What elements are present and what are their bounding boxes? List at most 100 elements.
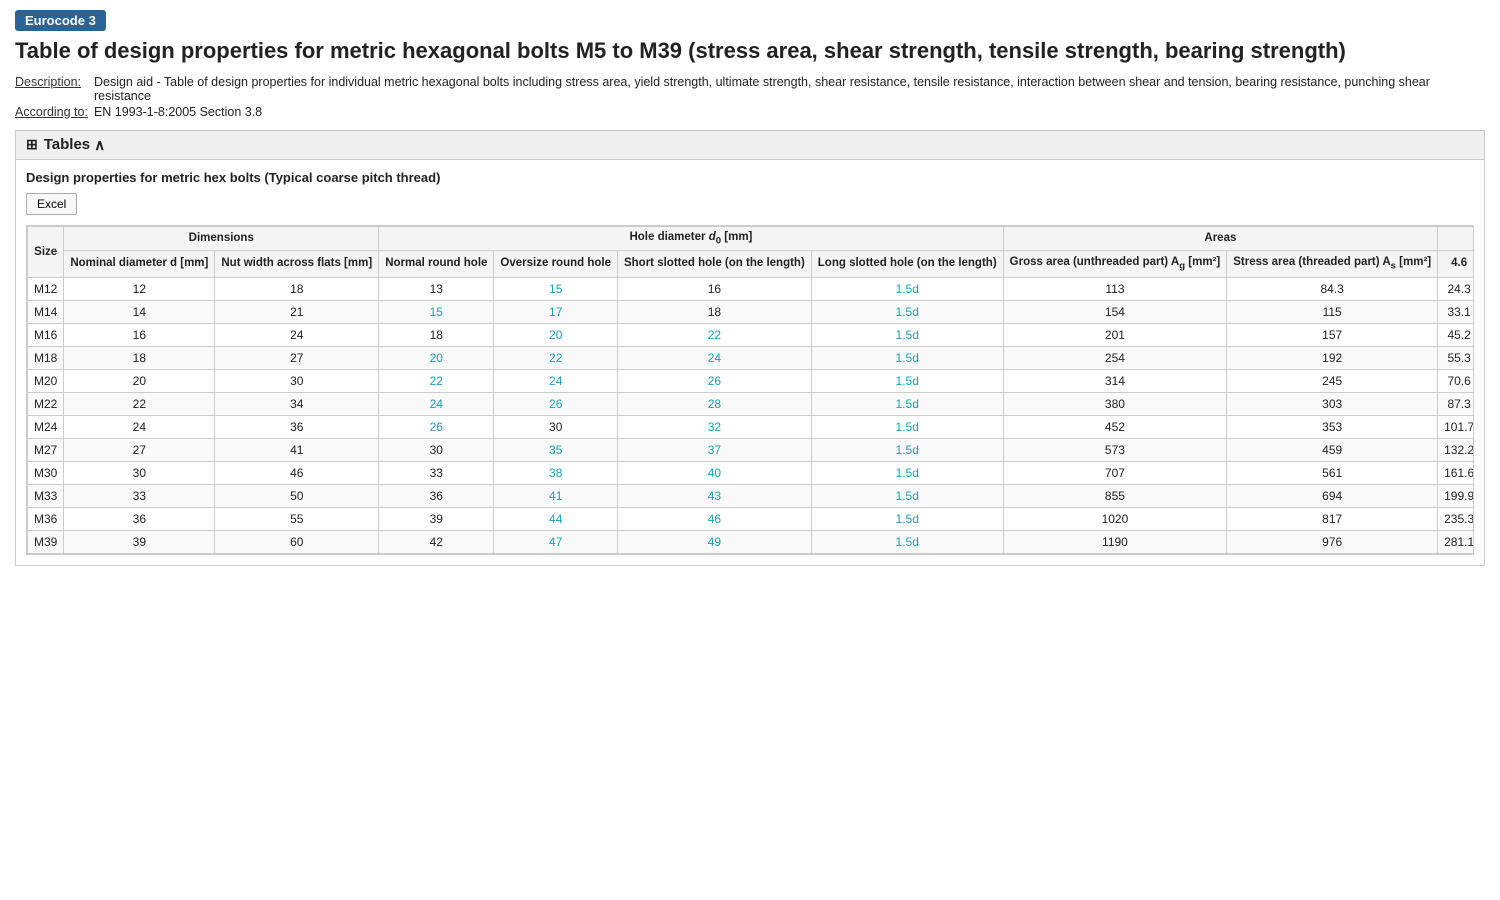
cell-stress: 459 <box>1227 438 1438 461</box>
cell-long: 1.5d <box>811 300 1003 323</box>
header-hole-diameter: Hole diameter d0 [mm] <box>379 226 1003 250</box>
cell-gross: 113 <box>1003 277 1227 300</box>
header-dimensions: Dimensions <box>64 226 379 250</box>
cell-size: M12 <box>28 277 64 300</box>
cell-size: M14 <box>28 300 64 323</box>
cell-normal: 18 <box>379 323 494 346</box>
cell-nut: 60 <box>215 530 379 553</box>
cell-short: 46 <box>617 507 811 530</box>
cell-oversize: 15 <box>494 277 618 300</box>
cell-stress: 115 <box>1227 300 1438 323</box>
cell-short: 28 <box>617 392 811 415</box>
cell-nom: 14 <box>64 300 215 323</box>
section-title: Tables <box>44 136 90 153</box>
cell-gross: 1020 <box>1003 507 1227 530</box>
cell-size: M30 <box>28 461 64 484</box>
cell-short: 22 <box>617 323 811 346</box>
header-t46: 4.6 <box>1438 250 1474 277</box>
cell-gross: 314 <box>1003 369 1227 392</box>
cell-t46: 33.1 <box>1438 300 1474 323</box>
cell-long: 1.5d <box>811 346 1003 369</box>
cell-nut: 36 <box>215 415 379 438</box>
page-title: Table of design properties for metric he… <box>15 37 1485 66</box>
cell-stress: 694 <box>1227 484 1438 507</box>
cell-long: 1.5d <box>811 277 1003 300</box>
according-label: According to: <box>15 105 88 119</box>
header-tension: Tension resistance Ft,Rd [kN] <box>1438 226 1474 250</box>
eurocode-badge: Eurocode 3 <box>15 10 106 31</box>
cell-short: 37 <box>617 438 811 461</box>
cell-short: 26 <box>617 369 811 392</box>
cell-stress: 561 <box>1227 461 1438 484</box>
cell-short: 40 <box>617 461 811 484</box>
cell-nom: 18 <box>64 346 215 369</box>
according-value: EN 1993-1-8:2005 Section 3.8 <box>94 105 262 119</box>
cell-stress: 84.3 <box>1227 277 1438 300</box>
cell-nut: 18 <box>215 277 379 300</box>
cell-oversize: 38 <box>494 461 618 484</box>
cell-nut: 46 <box>215 461 379 484</box>
table-row: M3030463338401.5d707561161.6161.6202.020… <box>28 461 1475 484</box>
cell-nom: 30 <box>64 461 215 484</box>
cell-nom: 20 <box>64 369 215 392</box>
excel-button[interactable]: Excel <box>26 193 77 215</box>
cell-gross: 380 <box>1003 392 1227 415</box>
cell-stress: 303 <box>1227 392 1438 415</box>
cell-long: 1.5d <box>811 507 1003 530</box>
table-wrapper[interactable]: Size Dimensions Hole diameter d0 [mm] Ar… <box>26 225 1474 555</box>
cell-nom: 39 <box>64 530 215 553</box>
meta-info: Description: Design aid - Table of desig… <box>15 74 1485 120</box>
cell-gross: 855 <box>1003 484 1227 507</box>
cell-long: 1.5d <box>811 323 1003 346</box>
header-long-slotted: Long slotted hole (on the length) <box>811 250 1003 277</box>
cell-oversize: 22 <box>494 346 618 369</box>
cell-t46: 281.1 <box>1438 530 1474 553</box>
cell-gross: 201 <box>1003 323 1227 346</box>
cell-short: 49 <box>617 530 811 553</box>
cell-normal: 42 <box>379 530 494 553</box>
cell-size: M36 <box>28 507 64 530</box>
cell-nom: 33 <box>64 484 215 507</box>
header-nominal-diameter: Nominal diameter d [mm] <box>64 250 215 277</box>
cell-short: 32 <box>617 415 811 438</box>
cell-normal: 24 <box>379 392 494 415</box>
cell-size: M18 <box>28 346 64 369</box>
cell-t46: 161.6 <box>1438 461 1474 484</box>
cell-gross: 254 <box>1003 346 1227 369</box>
cell-stress: 245 <box>1227 369 1438 392</box>
cell-normal: 15 <box>379 300 494 323</box>
cell-nut: 41 <box>215 438 379 461</box>
cell-nom: 24 <box>64 415 215 438</box>
cell-t46: 24.3 <box>1438 277 1474 300</box>
cell-short: 16 <box>617 277 811 300</box>
cell-long: 1.5d <box>811 530 1003 553</box>
cell-t46: 45.2 <box>1438 323 1474 346</box>
cell-normal: 22 <box>379 369 494 392</box>
cell-nom: 27 <box>64 438 215 461</box>
cell-normal: 30 <box>379 438 494 461</box>
table-row: M3939604247491.5d1190976281.1281.1351.43… <box>28 530 1475 553</box>
sub-header-row: Nominal diameter d [mm] Nut width across… <box>28 250 1475 277</box>
cell-t46: 101.7 <box>1438 415 1474 438</box>
cell-long: 1.5d <box>811 415 1003 438</box>
table-row: M2222342426281.5d38030387.387.3109.1109.… <box>28 392 1475 415</box>
cell-nut: 21 <box>215 300 379 323</box>
cell-t46: 70.6 <box>1438 369 1474 392</box>
cell-size: M16 <box>28 323 64 346</box>
cell-gross: 452 <box>1003 415 1227 438</box>
tables-section-header[interactable]: ⊞ Tables ∧ <box>15 130 1485 159</box>
header-gross-area: Gross area (unthreaded part) Ag [mm²] <box>1003 250 1227 277</box>
cell-size: M22 <box>28 392 64 415</box>
cell-t46: 87.3 <box>1438 392 1474 415</box>
cell-stress: 976 <box>1227 530 1438 553</box>
header-oversize-round: Oversize round hole <box>494 250 618 277</box>
cell-long: 1.5d <box>811 461 1003 484</box>
cell-short: 43 <box>617 484 811 507</box>
cell-nom: 16 <box>64 323 215 346</box>
table-row: M2727413035371.5d573459132.2132.2165.216… <box>28 438 1475 461</box>
cell-nut: 50 <box>215 484 379 507</box>
main-table: Size Dimensions Hole diameter d0 [mm] Ar… <box>27 226 1474 554</box>
table-row: M2020302224261.5d31424570.670.688.288.21… <box>28 369 1475 392</box>
cell-nom: 22 <box>64 392 215 415</box>
cell-normal: 20 <box>379 346 494 369</box>
